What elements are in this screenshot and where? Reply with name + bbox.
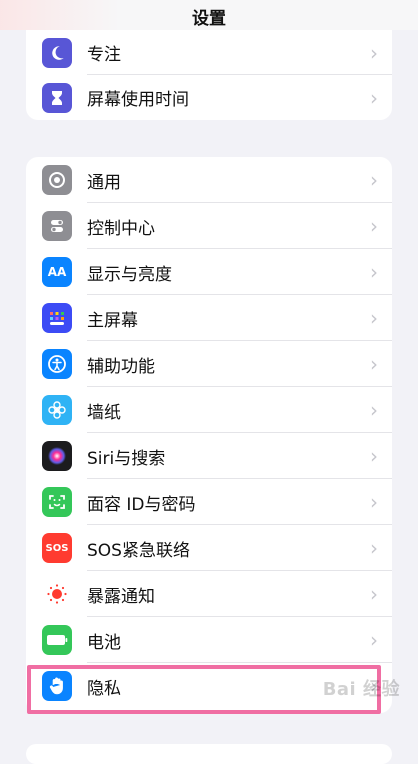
text-size-icon: AA [42,257,72,287]
flower-icon [42,395,72,425]
page-title: 设置 [192,9,226,29]
face-id-icon [42,487,72,517]
settings-row-label: Siri与搜索 [87,448,166,469]
settings-row-exposure-notifications[interactable]: 暴露通知 › [26,571,392,617]
accessibility-icon [42,349,72,379]
header-glow [0,0,120,30]
chevron-right-icon: › [370,260,378,284]
siri-icon [42,441,72,471]
sos-icon: SOS [42,533,72,563]
app-grid-icon [42,303,72,333]
settings-row-label: 电池 [87,632,121,653]
hand-icon [42,671,72,701]
settings-row-accessibility[interactable]: 辅助功能 › [26,341,392,387]
settings-group-focus: 专注 › 屏幕使用时间 › [26,30,392,120]
settings-row-focus[interactable]: 专注 › [26,30,392,75]
chevron-right-icon: › [370,85,378,110]
chevron-right-icon: › [370,582,378,606]
settings-row-emergency-sos[interactable]: SOS SOS紧急联络 › [26,525,392,571]
settings-row-display-brightness[interactable]: AA 显示与亮度 › [26,249,392,295]
settings-row-battery[interactable]: 电池 › [26,617,392,663]
switches-icon [42,211,72,241]
settings-row-face-id-passcode[interactable]: 面容 ID与密码 › [26,479,392,525]
exposure-icon [42,579,72,609]
chevron-right-icon: › [370,168,378,192]
settings-row-label: 辅助功能 [87,356,155,377]
settings-row-control-center[interactable]: 控制中心 › [26,203,392,249]
settings-row-general[interactable]: 通用 › [26,157,392,203]
watermark: Bai 经验 [322,679,400,700]
navigation-header: 设置 [0,0,418,30]
chevron-right-icon: › [370,628,378,652]
settings-row-label: 隐私 [87,678,121,699]
chevron-right-icon: › [370,490,378,514]
settings-row-siri-search[interactable]: Siri与搜索 › [26,433,392,479]
hourglass-icon [42,82,72,113]
gear-icon [42,165,72,195]
settings-row-label: 屏幕使用时间 [87,90,189,110]
settings-row-label: 主屏幕 [87,310,138,331]
moon-icon [42,37,72,68]
chevron-right-icon: › [370,214,378,238]
settings-row-label: 通用 [87,172,121,193]
settings-row-home-screen[interactable]: 主屏幕 › [26,295,392,341]
settings-row-label: 墙纸 [87,402,121,423]
settings-group-general: 通用 › 控制中心 › AA 显示与亮度 › 主屏幕 › 辅助功能 › 墙纸 ›… [26,157,392,713]
settings-row-screen-time[interactable]: 屏幕使用时间 › [26,75,392,120]
settings-row-wallpaper[interactable]: 墙纸 › [26,387,392,433]
chevron-right-icon: › [370,40,378,65]
settings-row-label: 暴露通知 [87,586,155,607]
chevron-right-icon: › [370,352,378,376]
settings-group-next [26,744,392,764]
chevron-right-icon: › [370,398,378,422]
battery-icon [42,625,72,655]
settings-row-label: 专注 [87,45,121,65]
chevron-right-icon: › [370,444,378,468]
settings-row-label: SOS紧急联络 [87,540,190,561]
settings-row-label: 控制中心 [87,218,155,239]
chevron-right-icon: › [370,536,378,560]
settings-row-label: 显示与亮度 [87,264,172,285]
settings-row-label: 面容 ID与密码 [87,494,196,515]
chevron-right-icon: › [370,306,378,330]
